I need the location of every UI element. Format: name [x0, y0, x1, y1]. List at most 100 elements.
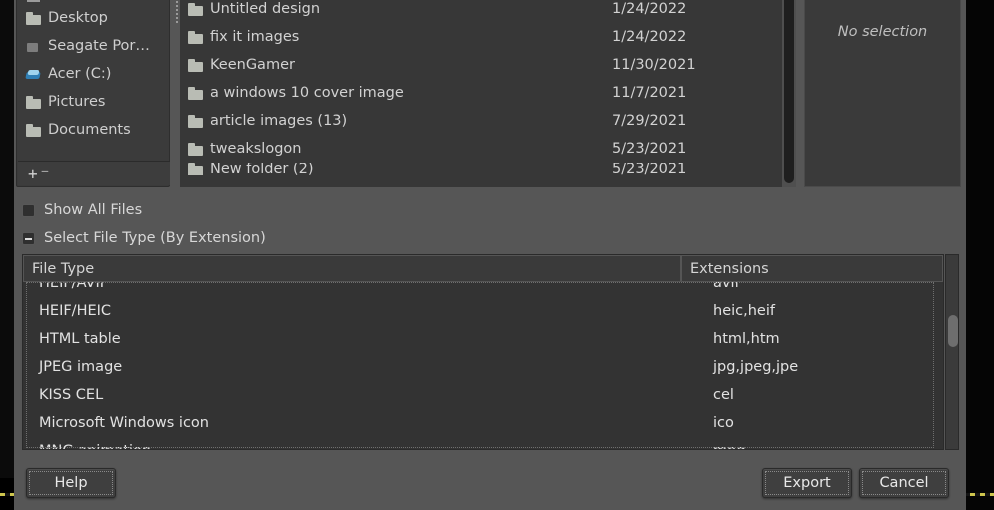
preview-pane: No selection — [804, 0, 961, 187]
table-row[interactable]: HTML table html,htm — [23, 325, 943, 353]
sidebar-item-label: Acer (C:) — [48, 66, 112, 82]
file-type-ext: avif — [713, 282, 740, 291]
column-header-file-type[interactable]: File Type — [23, 255, 681, 282]
file-type-rows: HEIF/AVIF avif HEIF/HEIC heic,heif HTML … — [23, 282, 943, 449]
file-type-scrollbar[interactable] — [945, 254, 959, 450]
folder-icon — [26, 11, 41, 25]
file-name-label: article images (13) — [210, 113, 348, 129]
file-name-cell: New folder (2) — [188, 163, 612, 175]
file-date-label: 11/7/2021 — [612, 85, 687, 101]
sidebar-item-label: Seagate Por… — [48, 38, 150, 54]
file-type-ext: html,htm — [713, 331, 780, 347]
table-row[interactable]: fix it images 1/24/2022 — [180, 23, 782, 51]
table-row[interactable]: tweakslogon 5/23/2021 — [180, 135, 782, 163]
table-row[interactable]: JPEG image jpg,jpeg,jpe — [23, 353, 943, 381]
show-all-files-option[interactable]: Show All Files — [22, 202, 142, 218]
file-list-scrollbar[interactable] — [782, 0, 796, 187]
file-type-name: HEIF/AVIF — [39, 282, 109, 291]
file-name-cell: fix it images — [188, 29, 612, 45]
sidebar-item-documents[interactable]: Documents — [17, 116, 171, 144]
file-type-ext: mng — [689, 443, 929, 449]
help-button[interactable]: Help — [26, 468, 116, 498]
file-type-name: MNG animation — [23, 443, 689, 449]
file-name-label: tweakslogon — [210, 141, 302, 157]
file-name-cell: KeenGamer — [188, 57, 612, 73]
folder-icon — [188, 2, 203, 16]
checkbox-icon[interactable] — [22, 203, 35, 217]
folder-icon — [188, 142, 203, 156]
file-name-cell: article images (13) — [188, 113, 612, 129]
file-name-cell: tweakslogon — [188, 141, 612, 157]
export-image-dialog: Desktop Seagate Por… Acer (C:) Pictures — [14, 0, 966, 510]
file-date-label: 1/24/2022 — [612, 29, 687, 45]
screen: Desktop Seagate Por… Acer (C:) Pictures — [0, 0, 994, 510]
file-type-table-body[interactable]: HEIF/AVIF avif HEIF/HEIC heic,heif HTML … — [23, 282, 943, 449]
file-list-scrollbar-thumb[interactable] — [784, 0, 794, 183]
file-date-label: 1/24/2022 — [612, 1, 687, 17]
folder-icon — [188, 30, 203, 44]
places-list[interactable]: Desktop Seagate Por… Acer (C:) Pictures — [17, 0, 171, 162]
remove-bookmark-button[interactable]: – — [42, 165, 49, 176]
add-bookmark-button[interactable]: + — [28, 165, 38, 182]
table-row[interactable]: KeenGamer 11/30/2021 — [180, 51, 782, 79]
folder-icon — [188, 58, 203, 72]
sidebar-item-acer-c[interactable]: Acer (C:) — [17, 60, 171, 88]
table-row[interactable]: HEIF/HEIC heic,heif — [23, 297, 943, 325]
table-row[interactable]: New folder (2) 5/23/2021 — [180, 163, 782, 175]
folder-icon — [26, 95, 41, 109]
file-type-scrollbar-thumb[interactable] — [948, 315, 958, 347]
places-toolbar: + – — [18, 161, 170, 185]
export-button[interactable]: Export — [762, 468, 852, 498]
folder-icon — [188, 86, 203, 100]
folder-icon — [188, 163, 203, 175]
expander-collapse-icon[interactable] — [22, 231, 35, 245]
file-list[interactable]: Untitled design 1/24/2022 fix it images … — [180, 0, 782, 187]
hard-drive-icon — [26, 40, 41, 53]
file-date-label: 5/23/2021 — [612, 141, 687, 157]
table-row[interactable]: KISS CEL cel — [23, 381, 943, 409]
file-date-label: 11/30/2021 — [612, 57, 696, 73]
placeholder-icon — [26, 0, 41, 4]
table-row[interactable]: HEIF/AVIF avif — [23, 282, 943, 297]
sidebar-item-label: Pictures — [48, 94, 106, 110]
show-all-files-label: Show All Files — [44, 202, 143, 218]
sidebar-item-desktop[interactable]: Desktop — [17, 4, 171, 32]
preview-no-selection-label: No selection — [837, 24, 928, 40]
file-type-name: KISS CEL — [39, 387, 104, 403]
file-name-label: New folder (2) — [210, 163, 314, 175]
file-type-name: Microsoft Windows icon — [39, 415, 209, 431]
file-type-name: HEIF/HEIC — [39, 303, 112, 319]
sidebar-item-label: Desktop — [48, 10, 108, 26]
cancel-button[interactable]: Cancel — [859, 468, 949, 498]
file-type-name: HTML table — [39, 331, 121, 347]
column-header-extensions[interactable]: Extensions — [681, 255, 943, 282]
select-file-type-expander[interactable]: Select File Type (By Extension) — [22, 230, 266, 246]
file-browser: Desktop Seagate Por… Acer (C:) Pictures — [14, 0, 966, 191]
file-name-label: a windows 10 cover image — [210, 85, 404, 101]
sidebar-item-pictures[interactable]: Pictures — [17, 88, 171, 116]
places-sidebar[interactable]: Desktop Seagate Por… Acer (C:) Pictures — [16, 0, 170, 187]
drive-icon — [26, 68, 41, 81]
table-row[interactable]: MNG animation mng — [23, 437, 943, 449]
canvas-left-edge — [0, 0, 14, 478]
file-type-table[interactable]: File Type Extensions HEIF/AVIF avif HEIF… — [22, 254, 944, 450]
sidebar-item-seagate[interactable]: Seagate Por… — [17, 32, 171, 60]
folder-icon — [26, 123, 41, 137]
file-type-ext: ico — [713, 415, 734, 431]
table-row[interactable]: article images (13) 7/29/2021 — [180, 107, 782, 135]
table-row[interactable]: a windows 10 cover image 11/7/2021 — [180, 79, 782, 107]
table-row[interactable]: Untitled design 1/24/2022 — [180, 0, 782, 23]
sidebar-item-label: Documents — [48, 122, 131, 138]
file-name-label: fix it images — [210, 29, 300, 45]
file-type-table-header: File Type Extensions — [23, 255, 943, 282]
file-type-ext: heic,heif — [713, 303, 775, 319]
file-name-label: KeenGamer — [210, 57, 295, 73]
file-date-label: 5/23/2021 — [612, 163, 687, 175]
table-row[interactable]: Microsoft Windows icon ico — [23, 409, 943, 437]
file-name-label: Untitled design — [210, 1, 321, 17]
file-name-cell: Untitled design — [188, 1, 612, 17]
folder-icon — [188, 114, 203, 128]
select-file-type-label: Select File Type (By Extension) — [44, 230, 266, 246]
file-type-ext: jpg,jpeg,jpe — [713, 359, 799, 375]
file-date-label: 7/29/2021 — [612, 113, 687, 129]
